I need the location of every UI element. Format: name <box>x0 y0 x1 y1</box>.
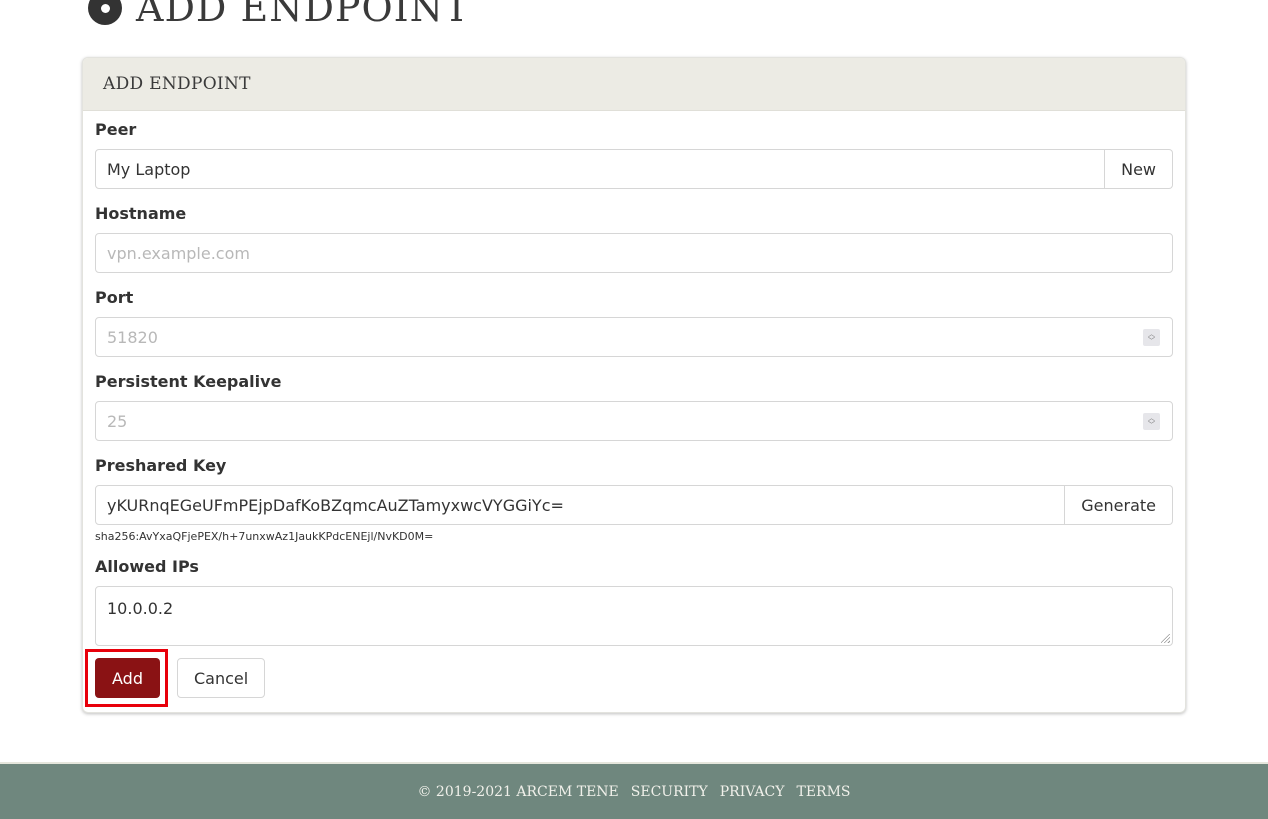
keepalive-group: Persistent Keepalive 25 ︿ ﹀ <box>95 371 1173 441</box>
hostname-group: Hostname vpn.example.com <box>95 203 1173 273</box>
footer-link-security[interactable]: SECURITY <box>631 784 708 800</box>
hostname-input[interactable]: vpn.example.com <box>95 233 1173 273</box>
keepalive-spinner[interactable]: ︿ ﹀ <box>1143 413 1160 430</box>
chevron-down-icon: ﹀ <box>1148 420 1155 429</box>
form-actions: Add Cancel <box>85 649 1173 707</box>
hostname-label: Hostname <box>95 204 187 223</box>
port-label: Port <box>95 288 134 307</box>
keepalive-placeholder: 25 <box>107 411 128 431</box>
footer-link-privacy[interactable]: PRIVACY <box>720 784 785 800</box>
endpoint-form: Peer My Laptop New Hostname vpn.example.… <box>83 111 1185 707</box>
card-header: ADD ENDPOINT <box>83 58 1185 111</box>
new-peer-button[interactable]: New <box>1105 149 1173 189</box>
page-title: ADD ENDPOINT <box>88 0 470 30</box>
preshared-key-input[interactable]: yKURnqEGeUFmPEjpDafKoBZqmcAuZTamyxwcVYGG… <box>95 485 1066 525</box>
footer-copyright: © 2019-2021 ARCEM TENE <box>417 783 619 800</box>
port-group: Port 51820 ︿ ﹀ <box>95 287 1173 357</box>
peer-value: My Laptop <box>107 159 191 179</box>
preshared-key-value: yKURnqEGeUFmPEjpDafKoBZqmcAuZTamyxwcVYGG… <box>107 495 564 515</box>
cancel-button[interactable]: Cancel <box>176 658 266 698</box>
add-button-highlight: Add <box>85 649 168 707</box>
resize-handle[interactable] <box>1161 634 1170 643</box>
preshared-key-label: Preshared Key <box>95 456 227 475</box>
allowed-ips-textarea[interactable]: 10.0.0.2 <box>95 586 1173 646</box>
port-input[interactable]: 51820 ︿ ﹀ <box>95 317 1173 357</box>
add-endpoint-card: ADD ENDPOINT Peer My Laptop New Hostname… <box>82 57 1186 713</box>
add-button[interactable]: Add <box>95 658 160 698</box>
keepalive-input[interactable]: 25 ︿ ﹀ <box>95 401 1173 441</box>
allowed-ips-label: Allowed IPs <box>95 557 199 576</box>
footer: © 2019-2021 ARCEM TENE SECURITY PRIVACY … <box>0 762 1268 819</box>
hostname-placeholder: vpn.example.com <box>107 243 250 263</box>
preshared-key-group: Preshared Key yKURnqEGeUFmPEjpDafKoBZqmc… <box>95 455 1173 544</box>
keepalive-label: Persistent Keepalive <box>95 372 282 391</box>
footer-link-terms[interactable]: TERMS <box>796 784 850 800</box>
chevron-down-icon: ﹀ <box>1148 336 1155 345</box>
port-spinner[interactable]: ︿ ﹀ <box>1143 329 1160 346</box>
peer-label: Peer <box>95 120 137 139</box>
allowed-ips-value: 10.0.0.2 <box>107 599 174 618</box>
disc-icon <box>88 0 122 25</box>
preshared-key-hash: sha256:AvYxaQFjePEX/h+7unxwAz1JaukKPdcEN… <box>95 530 434 543</box>
port-placeholder: 51820 <box>107 327 158 347</box>
generate-key-button[interactable]: Generate <box>1065 485 1173 525</box>
page-title-text: ADD ENDPOINT <box>136 0 471 30</box>
peer-select[interactable]: My Laptop <box>95 149 1106 189</box>
allowed-ips-group: Allowed IPs 10.0.0.2 <box>95 556 1173 646</box>
peer-group: Peer My Laptop New <box>95 119 1173 189</box>
